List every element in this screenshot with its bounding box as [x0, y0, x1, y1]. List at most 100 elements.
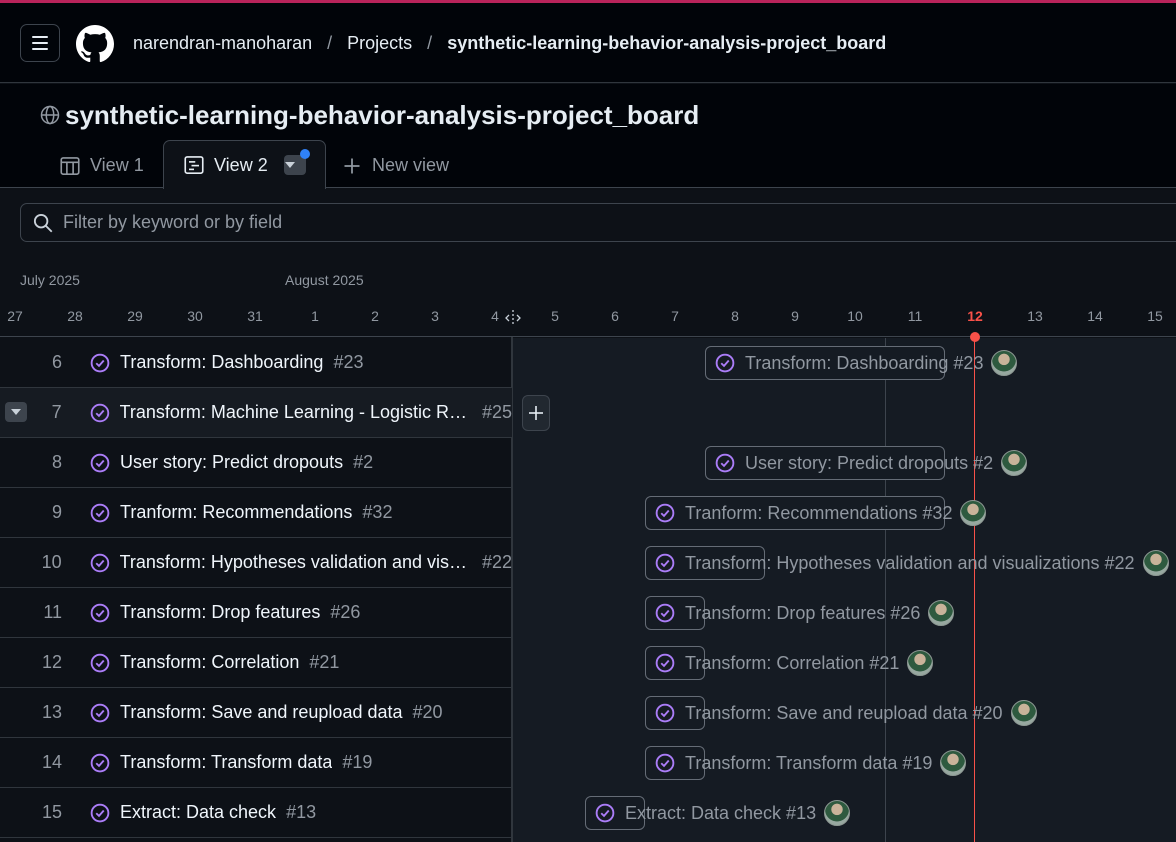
breadcrumb-projects[interactable]: Projects — [347, 33, 412, 54]
add-date-button[interactable] — [522, 395, 550, 431]
assignee-avatar[interactable] — [1001, 450, 1028, 476]
plus-icon — [529, 406, 543, 420]
issue-title-link[interactable]: Transform: Correlation — [120, 652, 299, 673]
day-label: 27 — [7, 308, 23, 324]
issue-closed-icon — [90, 453, 110, 472]
globe-icon — [40, 105, 60, 125]
issue-closed-icon — [655, 503, 675, 523]
issue-closed-icon — [655, 653, 675, 673]
issue-closed-icon — [655, 753, 675, 773]
resize-handle-icon[interactable] — [503, 310, 523, 326]
assignee-avatar[interactable] — [1010, 700, 1037, 726]
issue-title-link[interactable]: Transform: Transform data — [120, 752, 332, 773]
day-label: 3 — [431, 308, 439, 324]
day-label: 6 — [611, 308, 619, 324]
issue-title-link[interactable]: Extract: Data check — [120, 802, 276, 823]
timeline-bar-label[interactable]: Transform: Save and reupload data #20 — [655, 696, 1037, 730]
day-label: 13 — [1027, 308, 1043, 324]
issue-closed-icon — [90, 353, 110, 372]
timeline-bar-label[interactable]: Transform: Dashboarding #23 — [715, 346, 1018, 380]
timeline-bar-label[interactable]: Transform: Drop features #26 — [655, 596, 955, 630]
table-row[interactable]: 6 Transform: Dashboarding #23 — [0, 338, 512, 388]
row-number: 11 — [43, 602, 62, 622]
issue-closed-icon — [655, 603, 675, 623]
issue-number: #23 — [333, 352, 364, 372]
timeline-bar-label[interactable]: Transform: Correlation #21 — [655, 646, 934, 680]
table-row[interactable]: 10 Transform: Hypotheses validation and v… — [0, 538, 512, 588]
table-row[interactable]: 11 Transform: Drop features #26 — [0, 588, 512, 638]
today-marker-line — [974, 338, 975, 842]
table-row[interactable]: 15 Extract: Data check #13 — [0, 788, 512, 838]
tab-label: View 1 — [90, 155, 144, 175]
assignee-avatar[interactable] — [940, 750, 967, 776]
day-label: 28 — [67, 308, 83, 324]
issue-number: #21 — [309, 652, 340, 672]
issue-title-link[interactable]: Tranform: Recommendations — [120, 502, 352, 523]
assignee-avatar[interactable] — [928, 600, 955, 626]
breadcrumb-separator: / — [427, 33, 433, 53]
tab-view-1[interactable]: View 1 — [60, 143, 144, 188]
assignee-avatar[interactable] — [991, 350, 1018, 376]
timeline-bar-label[interactable]: Transform: Transform data #19 — [655, 746, 967, 780]
day-label: 30 — [187, 308, 203, 324]
bar-title: Transform: Dashboarding #23 — [745, 352, 984, 373]
issue-title-link[interactable]: Transform: Save and reupload data — [120, 702, 403, 723]
issue-closed-icon — [90, 503, 110, 522]
issue-closed-icon — [90, 603, 110, 622]
table-row[interactable]: 13 Transform: Save and reupload data #20 — [0, 688, 512, 738]
day-label: 31 — [247, 308, 263, 324]
tab-view-2[interactable]: View 2 — [163, 140, 326, 189]
issue-title-link[interactable]: Transform: Drop features — [120, 602, 320, 623]
bar-title: User story: Predict dropouts #2 — [745, 452, 994, 473]
day-label: 5 — [551, 308, 559, 324]
hamburger-line — [32, 48, 48, 50]
timeline-bar-label[interactable]: User story: Predict dropouts #2 — [715, 446, 1028, 480]
table-row[interactable]: 8 User story: Predict dropouts #2 — [0, 438, 512, 488]
issue-number: #26 — [330, 602, 361, 622]
breadcrumb-owner[interactable]: narendran-manoharan — [133, 33, 312, 54]
issue-closed-icon — [655, 703, 675, 723]
table-row[interactable]: 14 Transform: Transform data #19 — [0, 738, 512, 788]
timeline-bar-label[interactable]: Tranform: Recommendations #32 — [655, 496, 987, 530]
assignee-avatar[interactable] — [1142, 550, 1169, 576]
issue-number: #25 — [481, 402, 512, 422]
issue-closed-icon — [90, 753, 110, 772]
issue-closed-icon — [90, 553, 109, 572]
assignee-avatar[interactable] — [824, 800, 851, 826]
table-row[interactable]: 9 Tranform: Recommendations #32 — [0, 488, 512, 538]
table-row[interactable]: 7 Transform: Machine Learning - Logistic … — [0, 388, 512, 438]
search-icon — [33, 213, 53, 232]
plus-icon — [344, 158, 360, 173]
issue-number: #13 — [286, 802, 317, 822]
menu-button[interactable] — [20, 24, 60, 62]
day-label: 9 — [791, 308, 799, 324]
day-label: 8 — [731, 308, 739, 324]
day-label: 15 — [1147, 308, 1163, 324]
new-view-button[interactable]: New view — [342, 143, 449, 188]
month-label-july: July 2025 — [20, 272, 80, 288]
table-row[interactable]: 12 Transform: Correlation #21 — [0, 638, 512, 688]
row-menu-button[interactable] — [5, 402, 27, 422]
row-number: 14 — [41, 752, 62, 772]
header-divider — [0, 336, 1176, 337]
assignee-avatar[interactable] — [907, 650, 934, 676]
day-label: 2 — [371, 308, 379, 324]
timeline-bar-label[interactable]: Extract: Data check #13 — [595, 796, 851, 830]
issue-title-link[interactable]: Transform: Dashboarding — [120, 352, 323, 373]
breadcrumb-current-project[interactable]: synthetic-learning-behavior-analysis-pro… — [447, 33, 886, 54]
issue-closed-icon — [90, 703, 110, 722]
issue-title-link[interactable]: User story: Predict dropouts — [120, 452, 343, 473]
day-label: 1 — [311, 308, 319, 324]
day-label: 11 — [907, 308, 923, 324]
bar-title: Transform: Transform data #19 — [685, 752, 933, 773]
hamburger-line — [32, 42, 48, 44]
github-logo-icon[interactable] — [76, 25, 114, 63]
timeline-bar-label[interactable]: Transform: Hypotheses validation and vis… — [655, 546, 1169, 580]
new-view-label: New view — [372, 155, 450, 175]
issue-title-link[interactable]: Transform: Hypotheses validation and vis… — [120, 552, 472, 573]
issue-closed-icon — [715, 453, 735, 473]
assignee-avatar[interactable] — [960, 500, 987, 526]
tab-label: View 2 — [214, 154, 268, 175]
filter-input[interactable]: Filter by keyword or by field — [20, 203, 1176, 242]
issue-title-link[interactable]: Transform: Machine Learning - Logistic R… — [120, 402, 472, 423]
